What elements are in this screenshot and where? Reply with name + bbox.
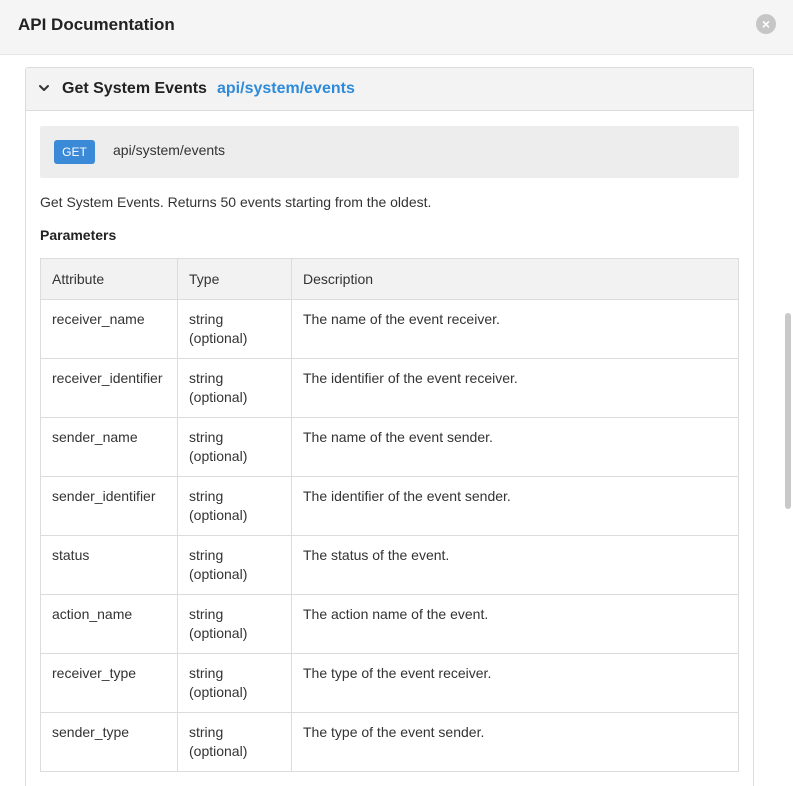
table-row: receiver_type string (optional) The type … [40, 653, 739, 713]
table-row: sender_type string (optional) The type of… [40, 712, 739, 772]
endpoint-panel: Get System Events api/system/events GET … [25, 67, 754, 786]
parameters-table: Attribute Type Description receiver_name… [40, 258, 739, 772]
table-row: sender_name string (optional) The name of… [40, 417, 739, 477]
attribute-cell: sender_identifier [40, 476, 178, 536]
modal-content[interactable]: Get System Events api/system/events GET … [0, 55, 793, 786]
type-note: (optional) [189, 625, 248, 641]
type-cell: string (optional) [177, 594, 292, 654]
description-cell: The name of the event receiver. [291, 299, 739, 359]
attribute-cell: receiver_name [40, 299, 178, 359]
type-value: string [189, 429, 224, 445]
type-value: string [189, 665, 224, 681]
type-value: string [189, 606, 224, 622]
description-cell: The identifier of the event sender. [291, 476, 739, 536]
endpoint-title: Get System Events [62, 80, 207, 97]
type-value: string [189, 311, 224, 327]
type-note: (optional) [189, 684, 248, 700]
description-cell: The action name of the event. [291, 594, 739, 654]
method-badge: GET [54, 140, 95, 164]
attribute-cell: sender_name [40, 417, 178, 477]
endpoint-summary: GET api/system/events [40, 126, 739, 178]
description-cell: The status of the event. [291, 535, 739, 595]
column-header-type: Type [177, 258, 292, 300]
type-cell: string (optional) [177, 358, 292, 418]
description-cell: The name of the event sender. [291, 417, 739, 477]
attribute-cell: sender_type [40, 712, 178, 772]
attribute-cell: action_name [40, 594, 178, 654]
modal-header: API Documentation × [0, 0, 793, 55]
column-header-attribute: Attribute [40, 258, 178, 300]
attribute-cell: receiver_identifier [40, 358, 178, 418]
parameters-heading: Parameters [40, 227, 117, 243]
type-cell: string (optional) [177, 417, 292, 477]
description-cell: The type of the event sender. [291, 712, 739, 772]
table-row: sender_identifier string (optional) The i… [40, 476, 739, 536]
column-header-description: Description [291, 258, 739, 300]
table-row: action_name string (optional) The action … [40, 594, 739, 654]
attribute-cell: receiver_type [40, 653, 178, 713]
type-cell: string (optional) [177, 535, 292, 595]
type-cell: string (optional) [177, 653, 292, 713]
type-cell: string (optional) [177, 476, 292, 536]
type-value: string [189, 724, 224, 740]
type-note: (optional) [189, 743, 248, 759]
type-cell: string (optional) [177, 712, 292, 772]
table-row: receiver_name string (optional) The name … [40, 299, 739, 359]
scrollbar-thumb[interactable] [785, 313, 791, 509]
description-cell: The identifier of the event receiver. [291, 358, 739, 418]
table-row: receiver_identifier string (optional) The… [40, 358, 739, 418]
type-value: string [189, 547, 224, 563]
description-cell: The type of the event receiver. [291, 653, 739, 713]
table-header-row: Attribute Type Description [40, 258, 739, 300]
type-cell: string (optional) [177, 299, 292, 359]
chevron-down-icon[interactable] [38, 82, 50, 94]
endpoint-description: Get System Events. Returns 50 events sta… [40, 194, 432, 210]
type-value: string [189, 370, 224, 386]
type-note: (optional) [189, 507, 248, 523]
endpoint-path: api/system/events [113, 142, 226, 158]
attribute-cell: status [40, 535, 178, 595]
type-value: string [189, 488, 224, 504]
table-row: status string (optional) The status of th… [40, 535, 739, 595]
type-note: (optional) [189, 389, 248, 405]
type-note: (optional) [189, 448, 248, 464]
type-note: (optional) [189, 330, 248, 346]
type-note: (optional) [189, 566, 248, 582]
endpoint-path-link[interactable]: api/system/events [217, 80, 355, 98]
modal-title: API Documentation [18, 15, 175, 34]
endpoint-panel-header[interactable]: Get System Events api/system/events [26, 68, 753, 111]
close-icon[interactable]: × [756, 14, 776, 34]
